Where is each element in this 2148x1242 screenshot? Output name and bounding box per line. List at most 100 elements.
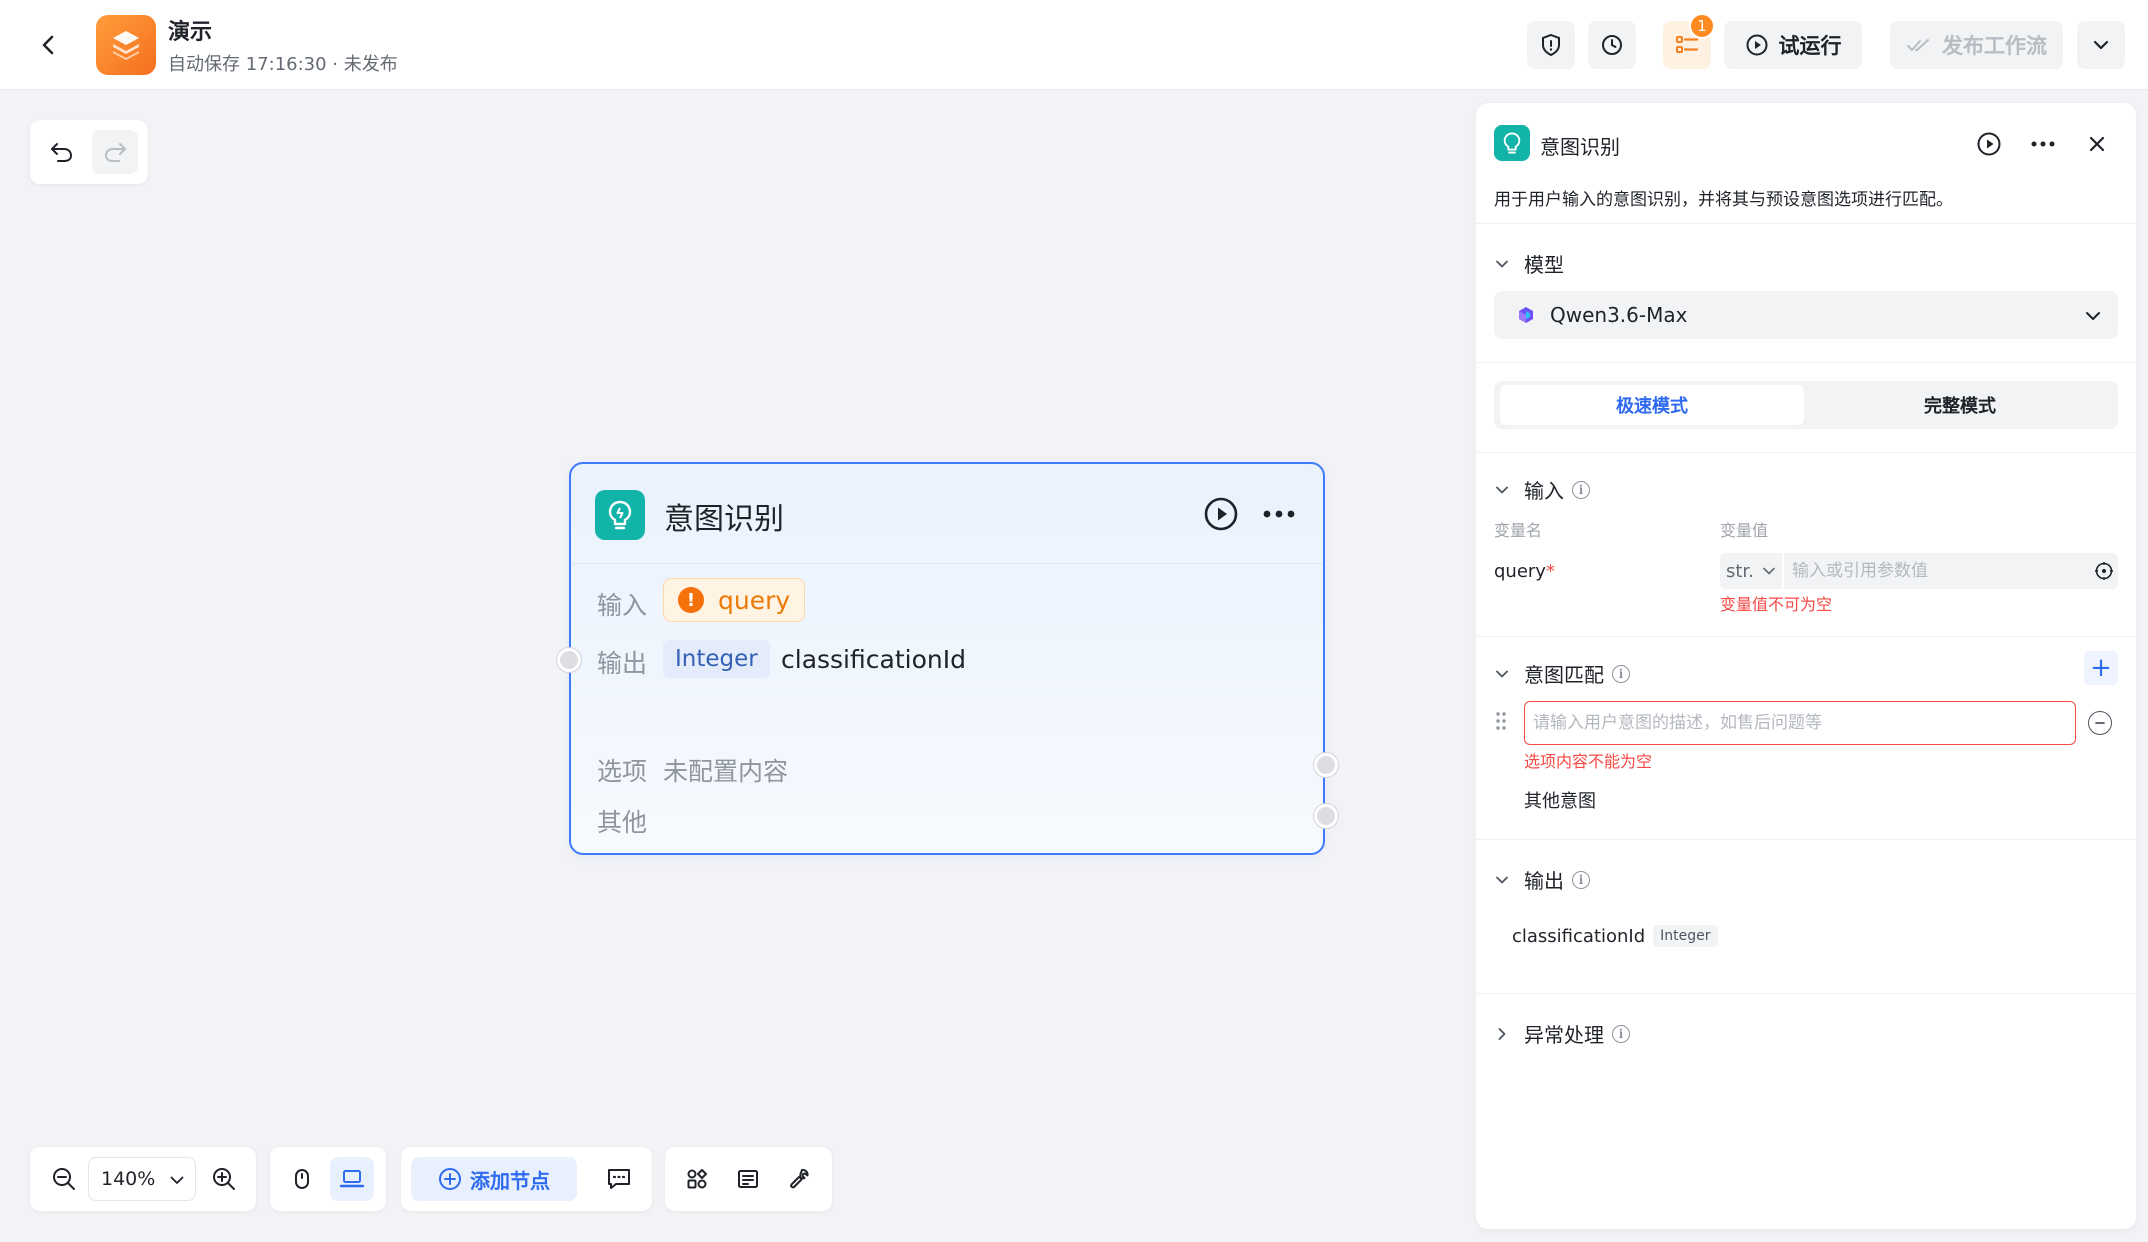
redo-icon bbox=[104, 143, 126, 162]
add-node-label: 添加节点 bbox=[470, 1168, 550, 1193]
top-header: 演示 自动保存 17:16:30 · 未发布 1 试运行 发布工作流 bbox=[0, 0, 2148, 90]
intent-error: 选项内容不能为空 bbox=[1524, 752, 1653, 771]
save-status: 自动保存 17:16:30 · 未发布 bbox=[168, 54, 398, 75]
zoom-out-icon bbox=[53, 1168, 75, 1190]
model-select[interactable]: Qwen3.6-Max bbox=[1494, 291, 2118, 339]
app-title: 演示 bbox=[168, 20, 213, 45]
output-section-toggle[interactable]: 输出 i bbox=[1494, 865, 1590, 894]
warning-icon: ! bbox=[678, 587, 704, 613]
input-section-title: 输入 bbox=[1524, 479, 1564, 503]
mouse-mode-button[interactable] bbox=[280, 1157, 324, 1201]
play-circle-icon bbox=[1746, 34, 1767, 56]
mode-segmented-control: 极速模式 完整模式 bbox=[1494, 381, 2118, 429]
exception-section-title: 异常处理 bbox=[1524, 1023, 1604, 1047]
node-more-button[interactable] bbox=[1259, 496, 1299, 532]
node-title: 意图识别 bbox=[664, 502, 784, 537]
other-intent-label: 其他意图 bbox=[1524, 791, 1596, 812]
fast-mode-tab[interactable]: 极速模式 bbox=[1500, 385, 1804, 425]
info-icon[interactable]: i bbox=[1572, 870, 1590, 889]
model-name: Qwen3.6-Max bbox=[1550, 303, 1688, 327]
output-var-type-tag: Integer bbox=[1653, 925, 1718, 947]
zoom-select[interactable]: 140% bbox=[88, 1157, 196, 1201]
history-button[interactable] bbox=[1588, 21, 1636, 69]
var-type-value: str. bbox=[1726, 560, 1754, 582]
test-run-label: 试运行 bbox=[1778, 34, 1842, 58]
divider bbox=[1476, 362, 2136, 363]
node-input-label: 输入 bbox=[597, 591, 648, 620]
zoom-toolbar: 140% bbox=[30, 1147, 256, 1211]
info-icon[interactable]: i bbox=[1612, 1024, 1630, 1043]
undo-button[interactable] bbox=[39, 130, 85, 174]
publish-label: 发布工作流 bbox=[1942, 34, 2047, 58]
model-section-toggle[interactable]: 模型 bbox=[1494, 249, 1564, 278]
node-input-var-tag[interactable]: ! query bbox=[663, 578, 806, 622]
node-output-type-tag: Integer bbox=[663, 640, 770, 678]
app-logo bbox=[96, 15, 156, 75]
intent-section-toggle[interactable]: 意图匹配 i bbox=[1494, 659, 1630, 688]
divider bbox=[1476, 636, 2136, 637]
trackpad-mode-button[interactable] bbox=[330, 1157, 374, 1201]
panel-more-button[interactable] bbox=[2026, 127, 2060, 161]
node-run-button[interactable] bbox=[1203, 496, 1239, 532]
model-section-title: 模型 bbox=[1524, 253, 1564, 277]
node-input-var-name: query bbox=[718, 585, 791, 615]
issues-button[interactable]: 1 bbox=[1663, 13, 1715, 69]
chevron-down-icon bbox=[1496, 876, 1508, 883]
publish-button[interactable]: 发布工作流 bbox=[1890, 21, 2063, 69]
input-section-toggle[interactable]: 输入 i bbox=[1494, 475, 1590, 504]
play-circle-icon bbox=[1204, 497, 1238, 531]
auto-layout-button[interactable] bbox=[675, 1157, 719, 1201]
comment-button[interactable] bbox=[597, 1157, 641, 1201]
chevron-left-icon bbox=[42, 35, 54, 55]
tools-button[interactable] bbox=[777, 1157, 821, 1201]
more-horizontal-icon bbox=[1263, 510, 1295, 518]
var-value-error: 变量值不可为空 bbox=[1720, 595, 1833, 614]
info-icon[interactable]: i bbox=[1572, 480, 1590, 499]
remove-intent-button[interactable] bbox=[2088, 711, 2112, 735]
reference-variable-button[interactable] bbox=[2090, 553, 2118, 589]
test-run-button[interactable]: 试运行 bbox=[1724, 21, 1862, 69]
input-var-name: query* bbox=[1494, 561, 1555, 582]
node-config-panel: 意图识别 用于用户输入的意图识别，并将其与预设意图选项进行匹配。 模型 Qwen… bbox=[1476, 103, 2136, 1229]
node-options-output-port[interactable] bbox=[1314, 753, 1338, 777]
security-check-button[interactable] bbox=[1527, 21, 1575, 69]
notes-button[interactable] bbox=[726, 1157, 770, 1201]
redo-button[interactable] bbox=[92, 130, 138, 174]
panel-description: 用于用户输入的意图识别，并将其与预设意图选项进行匹配。 bbox=[1494, 190, 1953, 210]
chevron-down-icon bbox=[1496, 260, 1508, 267]
minus-icon bbox=[2095, 722, 2105, 724]
add-node-button[interactable]: 添加节点 bbox=[411, 1157, 577, 1201]
chevron-down-icon bbox=[2086, 312, 2100, 320]
var-value-input[interactable] bbox=[1784, 553, 2090, 589]
intent-recognition-node[interactable]: 意图识别 输入 ! query 输出 Integer classificatio… bbox=[569, 462, 1325, 855]
comment-icon bbox=[608, 1169, 630, 1189]
play-circle-icon bbox=[1977, 132, 2001, 156]
zoom-out-button[interactable] bbox=[42, 1157, 86, 1201]
exception-section-toggle[interactable]: 异常处理 i bbox=[1494, 1019, 1630, 1048]
drag-handle-icon[interactable] bbox=[1494, 709, 1508, 733]
chevron-right-icon bbox=[1498, 1027, 1506, 1040]
layout-toolbar bbox=[665, 1147, 832, 1211]
var-type-select[interactable]: str. bbox=[1720, 553, 1782, 589]
model-logo-icon bbox=[1519, 307, 1533, 323]
panel-close-button[interactable] bbox=[2080, 127, 2114, 161]
shield-icon bbox=[1542, 33, 1560, 57]
layers-icon bbox=[113, 31, 139, 60]
output-variable: classificationId Integer bbox=[1512, 925, 1718, 947]
intent-description-input[interactable] bbox=[1524, 701, 2076, 745]
panel-title: 意图识别 bbox=[1540, 135, 1620, 159]
publish-options-button[interactable] bbox=[2077, 21, 2125, 69]
node-options-label: 选项 bbox=[597, 757, 648, 786]
zoom-in-button[interactable] bbox=[202, 1157, 246, 1201]
zoom-value: 140% bbox=[101, 1168, 156, 1190]
intent-section-title: 意图匹配 bbox=[1524, 663, 1604, 687]
node-other-output-port[interactable] bbox=[1314, 804, 1338, 828]
node-input-port[interactable] bbox=[557, 648, 581, 672]
full-mode-tab[interactable]: 完整模式 bbox=[1808, 385, 2112, 425]
back-button[interactable] bbox=[30, 26, 68, 64]
lightbulb-icon bbox=[1503, 132, 1521, 154]
info-icon[interactable]: i bbox=[1612, 664, 1630, 683]
output-section-title: 输出 bbox=[1524, 869, 1564, 893]
panel-run-button[interactable] bbox=[1972, 127, 2006, 161]
add-intent-button[interactable]: + bbox=[2084, 651, 2118, 685]
